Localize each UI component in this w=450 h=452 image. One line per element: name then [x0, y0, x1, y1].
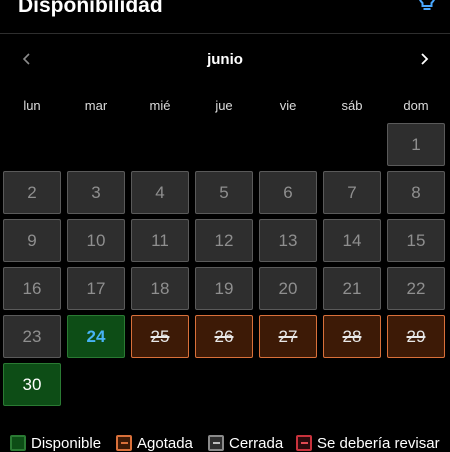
- legend-label: Se debería revisar: [317, 434, 440, 452]
- calendar-day-10[interactable]: 10: [67, 219, 125, 262]
- calendar-day-20[interactable]: 20: [259, 267, 317, 310]
- calendar-day-16[interactable]: 16: [3, 267, 61, 310]
- weekday-label: vie: [279, 98, 297, 113]
- legend-label: Disponible: [31, 434, 102, 452]
- calendar-day-17[interactable]: 17: [67, 267, 125, 310]
- weekday-label: sáb: [341, 98, 363, 113]
- calendar-day-22[interactable]: 22: [387, 267, 445, 310]
- month-navigation: junio: [0, 44, 450, 74]
- weekday-label: lun: [23, 98, 41, 113]
- calendar-day-27[interactable]: 27: [259, 315, 317, 358]
- weekday-label: mar: [84, 98, 108, 113]
- legend-item: Agotada: [116, 434, 193, 452]
- calendar-day-5[interactable]: 5: [195, 171, 253, 214]
- calendar-day-4[interactable]: 4: [131, 171, 189, 214]
- calendar-day-26[interactable]: 26: [195, 315, 253, 358]
- calendar-day-30[interactable]: 30: [3, 363, 61, 406]
- chevron-right-icon: [421, 53, 429, 65]
- calendar-day-11[interactable]: 11: [131, 219, 189, 262]
- legend-swatch: [208, 435, 224, 451]
- calendar-day-14[interactable]: 14: [323, 219, 381, 262]
- calendar-day-6[interactable]: 6: [259, 171, 317, 214]
- legend-item: Se debería revisar: [296, 434, 440, 452]
- calendar-day-25[interactable]: 25: [131, 315, 189, 358]
- calendar-day-12[interactable]: 12: [195, 219, 253, 262]
- calendar-day-19[interactable]: 19: [195, 267, 253, 310]
- weekday-label: dom: [403, 98, 429, 113]
- lightbulb-icon[interactable]: [413, 0, 441, 14]
- calendar-day-28[interactable]: 28: [323, 315, 381, 358]
- legend-swatch: [10, 435, 26, 451]
- legend-swatch: [116, 435, 132, 451]
- calendar-day-23[interactable]: 23: [3, 315, 61, 358]
- calendar-day-24[interactable]: 24: [67, 315, 125, 358]
- calendar-day-29[interactable]: 29: [387, 315, 445, 358]
- header-divider: [0, 33, 450, 34]
- legend-item: Disponible: [10, 434, 101, 452]
- calendar-day-3[interactable]: 3: [67, 171, 125, 214]
- legend-item: Cerrada: [208, 434, 283, 452]
- calendar-day-15[interactable]: 15: [387, 219, 445, 262]
- app-header: Disponibilidad: [0, 0, 450, 32]
- calendar-day-9[interactable]: 9: [3, 219, 61, 262]
- month-title: junio: [207, 51, 243, 68]
- weekday-label: jue: [215, 98, 233, 113]
- calendar-day-8[interactable]: 8: [387, 171, 445, 214]
- legend-label: Agotada: [137, 434, 193, 452]
- calendar-day-1[interactable]: 1: [387, 123, 445, 166]
- page-title: Disponibilidad: [18, 0, 163, 17]
- calendar-day-21[interactable]: 21: [323, 267, 381, 310]
- weekday-label: mié: [149, 98, 171, 113]
- legend: Disponible Agotada Cerrada Se debería revis…: [0, 432, 450, 452]
- calendar-day-7[interactable]: 7: [323, 171, 381, 214]
- calendar-day-18[interactable]: 18: [131, 267, 189, 310]
- legend-label: Cerrada: [229, 434, 284, 452]
- next-month-button[interactable]: [409, 44, 439, 74]
- calendar-day-2[interactable]: 2: [3, 171, 61, 214]
- calendar-day-13[interactable]: 13: [259, 219, 317, 262]
- legend-swatch: [296, 435, 312, 451]
